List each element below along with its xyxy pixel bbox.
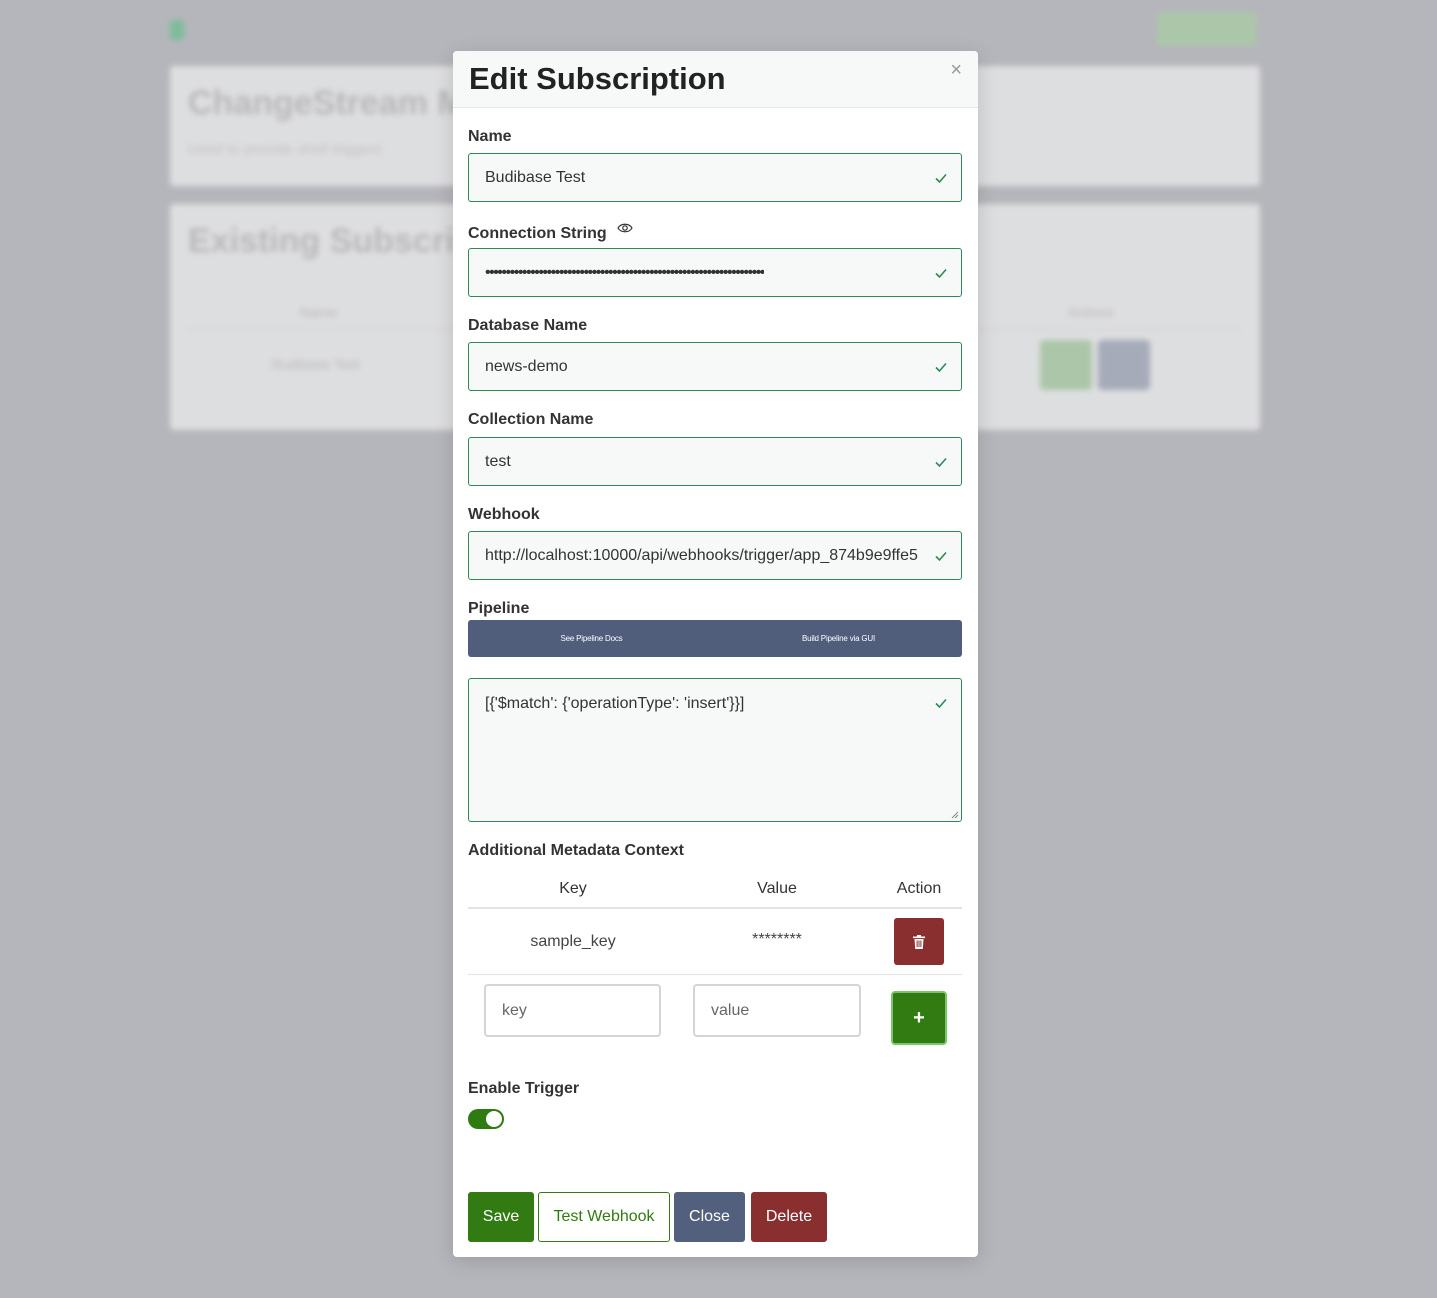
- collection-name-value: test: [485, 452, 511, 470]
- webhook-label: Webhook: [468, 506, 540, 523]
- enable-trigger-toggle[interactable]: [468, 1109, 504, 1129]
- check-icon: [935, 362, 947, 372]
- check-icon: [935, 698, 947, 709]
- check-icon: [935, 457, 947, 467]
- metadata-th-key: Key: [559, 880, 587, 897]
- modal-title: Edit Subscription: [469, 61, 726, 96]
- toggle-knob: [486, 1111, 502, 1127]
- database-name-input[interactable]: news-demo: [468, 342, 962, 391]
- database-name-label: Database Name: [468, 317, 588, 334]
- name-input[interactable]: Budibase Test: [468, 153, 962, 202]
- background-th-actions: Actions: [1068, 304, 1114, 320]
- background-row-name: Budibase Test: [272, 356, 360, 372]
- pipeline-value: [{'$match': {'operationType': 'insert'}}…: [485, 695, 745, 712]
- check-icon: [935, 551, 947, 561]
- metadata-th-value: Value: [757, 880, 797, 897]
- background-edit-button: [1040, 340, 1092, 390]
- name-label: Name: [468, 128, 512, 145]
- eye-icon[interactable]: [617, 222, 633, 234]
- pipeline-label: Pipeline: [468, 600, 530, 617]
- metadata-row-key: sample_key: [530, 933, 616, 950]
- collection-name-input[interactable]: test: [468, 437, 962, 486]
- build-pipeline-gui-button[interactable]: Build Pipeline via GUI: [715, 620, 962, 657]
- pipeline-textarea[interactable]: [{'$match': {'operationType': 'insert'}}…: [468, 678, 962, 822]
- close-icon[interactable]: ×: [950, 59, 962, 82]
- connection-string-label-text: Connection String: [468, 225, 607, 242]
- test-webhook-button[interactable]: Test Webhook: [538, 1192, 670, 1242]
- edit-subscription-modal: Edit Subscription × Name Budibase Test C…: [453, 51, 978, 1257]
- delete-metadata-button[interactable]: [894, 918, 944, 965]
- new-value-input[interactable]: value: [693, 984, 861, 1037]
- add-metadata-button[interactable]: +: [891, 991, 947, 1045]
- new-key-input[interactable]: key: [484, 984, 661, 1037]
- metadata-header-divider: [468, 907, 962, 909]
- save-button[interactable]: Save: [468, 1192, 534, 1242]
- name-value: Budibase Test: [485, 168, 586, 186]
- check-icon: [935, 173, 947, 183]
- modal-header: Edit Subscription ×: [453, 51, 978, 108]
- metadata-th-action: Action: [896, 880, 942, 897]
- background-top-button: [1157, 12, 1257, 46]
- check-icon: [935, 268, 947, 278]
- webhook-input[interactable]: http://localhost:10000/api/webhooks/trig…: [468, 531, 962, 580]
- see-pipeline-docs-button[interactable]: See Pipeline Docs: [468, 620, 715, 657]
- metadata-label: Additional Metadata Context: [468, 842, 685, 859]
- database-name-value: news-demo: [485, 357, 568, 375]
- collection-name-label: Collection Name: [468, 411, 594, 428]
- webhook-value: http://localhost:10000/api/webhooks/trig…: [485, 546, 918, 564]
- connection-string-label: Connection String: [468, 222, 633, 243]
- trash-icon: [913, 934, 925, 949]
- connection-string-value: ••••••••••••••••••••••••••••••••••••••••…: [485, 263, 764, 281]
- enable-trigger-label: Enable Trigger: [468, 1080, 580, 1097]
- pipeline-button-group: See Pipeline Docs Build Pipeline via GUI: [468, 620, 962, 657]
- metadata-row-divider: [468, 974, 962, 975]
- close-button[interactable]: Close: [674, 1192, 745, 1242]
- background-delete-button: [1098, 340, 1150, 390]
- metadata-row-value: ********: [752, 931, 802, 948]
- background-th-name: Name: [300, 304, 338, 320]
- delete-button[interactable]: Delete: [751, 1192, 827, 1242]
- resize-grip-icon[interactable]: [951, 811, 959, 819]
- connection-string-input[interactable]: ••••••••••••••••••••••••••••••••••••••••…: [468, 248, 962, 297]
- app-logo: [170, 20, 184, 40]
